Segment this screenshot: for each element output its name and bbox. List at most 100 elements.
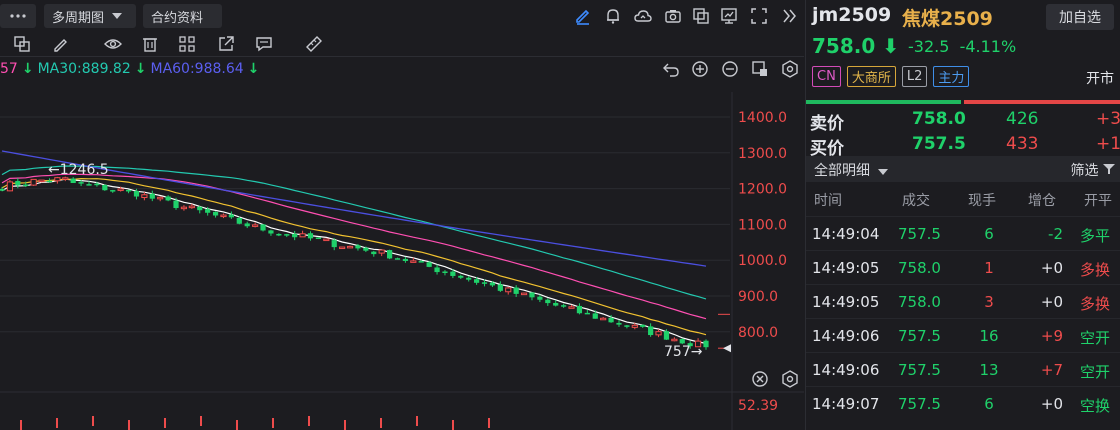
volume-bar (56, 418, 58, 428)
collapse-icon[interactable] (780, 7, 798, 25)
contract-info-button[interactable]: 合约资料 (143, 4, 222, 28)
bid-price: 757.5 (912, 134, 966, 154)
bid-volume: 433 (1006, 134, 1039, 154)
zoom-in-icon[interactable] (691, 60, 709, 78)
trade-oi: +0 (1040, 395, 1063, 413)
candle-body (426, 262, 432, 267)
candle-body (450, 271, 456, 276)
high-marker: ←1246.5 (48, 162, 109, 178)
table-row[interactable]: 14:49:06 757.5 13 +7 空开 (806, 352, 1120, 386)
table-row[interactable]: 14:49:05 758.0 1 +0 多换 (806, 250, 1120, 284)
candle-body (339, 246, 346, 250)
y-tick-label: 1200.0 (738, 182, 787, 198)
ask-row: 卖价 758.0 426 +3 (806, 107, 1120, 134)
pane-settings-icon[interactable] (781, 370, 799, 388)
eye-icon[interactable] (104, 35, 122, 53)
trade-time: 14:49:06 (812, 361, 880, 379)
candle-body (212, 211, 219, 216)
zoom-out-icon[interactable] (721, 60, 739, 78)
candle-body (568, 306, 575, 309)
trade-type: 空开 (1080, 363, 1111, 381)
trade-hand: 6 (984, 395, 994, 413)
copy-icon[interactable] (692, 7, 710, 25)
candle-body (671, 338, 678, 342)
candle-body (260, 224, 266, 231)
pen-icon[interactable] (52, 35, 70, 53)
ruler-icon[interactable] (305, 35, 323, 53)
candle-body (180, 206, 188, 210)
candle-body (592, 313, 598, 319)
period-dropdown[interactable]: 多周期图 (44, 4, 136, 28)
candle-body (402, 258, 409, 262)
candle-body (346, 245, 354, 249)
trade-hand: 3 (984, 293, 994, 311)
cloud-icon[interactable] (634, 7, 652, 25)
candle-body (299, 233, 306, 238)
candle-body (173, 200, 179, 209)
ask-ratio-bar (964, 100, 1120, 104)
table-row[interactable]: 14:49:04 757.5 6 -2 多平 (806, 216, 1120, 250)
undo-icon[interactable] (662, 60, 680, 78)
candle-body (315, 237, 322, 240)
candle-body (640, 324, 646, 327)
quote-panel: jm2509 焦煤2509 加自选 758.0 ⬇ -32.5 -4.11% C… (805, 0, 1120, 430)
tag-level: L2 (901, 66, 928, 87)
table-row[interactable]: 14:49:07 757.5 6 +0 空换 (806, 386, 1120, 420)
ask-change: +3 (1096, 109, 1120, 129)
export-chart-icon[interactable] (751, 60, 769, 78)
close-pane-icon[interactable] (751, 370, 769, 388)
change-value: -32.5 (908, 37, 950, 56)
period-label: 多周期图 (52, 10, 105, 26)
candle-body (648, 326, 654, 336)
draw-icon[interactable] (574, 7, 592, 25)
chart-pane[interactable]: 1400.0 1300.0 1200.0 1100.0 1000.0 900.0 800.0… (0, 0, 804, 430)
market-status: 开市 (1086, 71, 1114, 87)
menu-button[interactable] (0, 4, 36, 28)
filter-button[interactable]: 筛选 (1071, 160, 1115, 180)
volume-bar (164, 418, 166, 428)
candle-body (378, 249, 385, 254)
candle-body (276, 233, 282, 236)
trade-oi: +0 (1040, 293, 1063, 311)
volume-bar (272, 418, 274, 428)
lower-pane-value: 52.39 (738, 398, 778, 414)
trash-icon[interactable] (141, 35, 159, 53)
candle-body (520, 292, 528, 296)
trade-time: 14:49:05 (812, 259, 880, 277)
ask-volume: 426 (1006, 109, 1039, 129)
bell-icon[interactable] (604, 7, 622, 25)
candle-body (38, 179, 45, 183)
candle-body (188, 205, 195, 209)
candle-body (125, 189, 132, 192)
settings-icon[interactable] (781, 60, 799, 78)
candle-body (62, 177, 69, 180)
volume-bar (128, 420, 130, 430)
volume-bar (200, 416, 202, 426)
detail-dropdown[interactable]: 全部明细 (814, 160, 888, 180)
bid-row: 买价 757.5 433 +1 (806, 132, 1120, 159)
table-row[interactable]: 14:49:06 757.5 16 +9 空开 (806, 318, 1120, 352)
candle-body (553, 302, 559, 306)
chart-top-bar: 多周期图 合约资料 (0, 0, 804, 32)
export-icon[interactable] (217, 35, 235, 53)
y-tick-label: 1000.0 (738, 253, 787, 269)
candle-body (394, 258, 401, 260)
add-watchlist-button[interactable]: 加自选 (1046, 4, 1114, 30)
trade-oi: +0 (1040, 259, 1063, 277)
volume-bar (92, 416, 94, 426)
layers-icon[interactable] (13, 35, 31, 53)
grid-icon[interactable] (178, 35, 196, 53)
trade-oi: +7 (1040, 361, 1063, 379)
comment-icon[interactable] (255, 35, 273, 53)
candle-body (244, 223, 250, 227)
candle-body (236, 217, 242, 224)
fullscreen-icon[interactable] (750, 7, 768, 25)
trade-type: 多换 (1080, 261, 1111, 279)
arrow-down-icon: ↓ (21, 61, 34, 77)
camera-icon[interactable] (664, 7, 682, 25)
candle-body (497, 284, 503, 291)
chevron-down-icon (112, 13, 123, 19)
candle-body (434, 267, 440, 273)
table-row[interactable]: 14:49:05 758.0 3 +0 多换 (806, 284, 1120, 318)
monitor-icon[interactable] (720, 7, 738, 25)
